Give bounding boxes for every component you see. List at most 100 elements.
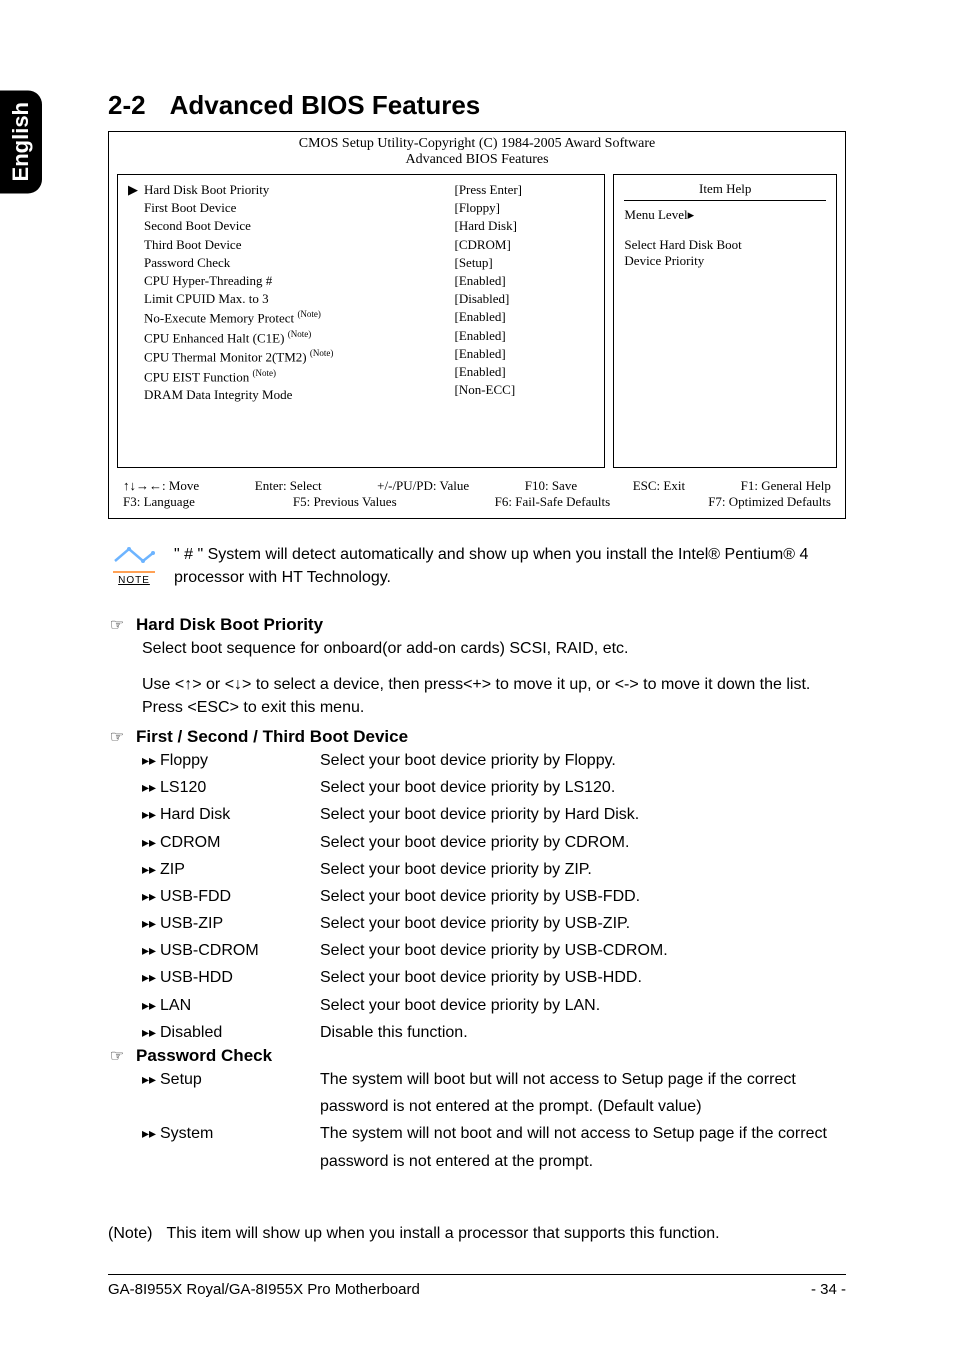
bios-item-label[interactable]: ▶Password Check — [128, 254, 444, 272]
hint-exit: ESC: Exit — [633, 478, 685, 494]
bullet-icon: ▸▸ — [142, 803, 160, 827]
bios-item-value[interactable]: [Enabled] — [454, 363, 594, 381]
bios-item-label[interactable]: ▶CPU Hyper-Threading # — [128, 272, 444, 290]
option-name: Floppy — [160, 747, 320, 774]
bios-item-label[interactable]: ▶CPU EIST Function (Note) — [128, 367, 444, 387]
bios-item-value[interactable]: [Non-ECC] — [454, 381, 594, 399]
option-desc: The system will not boot and will not ac… — [320, 1120, 846, 1174]
boot-option-row: ▸▸USB-FDDSelect your boot device priorit… — [142, 883, 846, 910]
hint-help: F1: General Help — [741, 478, 831, 494]
bios-item-value[interactable]: [Hard Disk] — [454, 217, 594, 235]
bullet-icon: ▸▸ — [142, 994, 160, 1018]
bullet-icon: ▸▸ — [142, 1021, 160, 1045]
option-name: Hard Disk — [160, 801, 320, 828]
help-desc-line2: Device Priority — [624, 253, 826, 269]
bullet-icon: ▸▸ — [142, 912, 160, 936]
section-pwd-title: Password Check — [136, 1046, 272, 1066]
page-footer: GA-8I955X Royal/GA-8I955X Pro Motherboar… — [108, 1274, 846, 1298]
bios-item-value[interactable]: [Floppy] — [454, 199, 594, 217]
option-desc: Select your boot device priority by LAN. — [320, 992, 846, 1019]
bios-item-label[interactable]: ▶Hard Disk Boot Priority — [128, 181, 444, 199]
bios-item-label[interactable]: ▶DRAM Data Integrity Mode — [128, 386, 444, 404]
bullet-icon: ▸▸ — [142, 831, 160, 855]
note-block: NOTE " # " System will detect automatica… — [108, 543, 846, 589]
boot-option-row: ▸▸USB-ZIPSelect your boot device priorit… — [142, 910, 846, 937]
bullet-icon: ▸▸ — [142, 1068, 160, 1092]
bios-main-panel: ▶Hard Disk Boot Priority▶First Boot Devi… — [117, 174, 605, 468]
option-name: ZIP — [160, 856, 320, 883]
bullet-icon: ▸▸ — [142, 885, 160, 909]
boot-option-row: ▸▸Hard DiskSelect your boot device prior… — [142, 801, 846, 828]
option-name: CDROM — [160, 829, 320, 856]
bios-header-line1: CMOS Setup Utility-Copyright (C) 1984-20… — [109, 136, 845, 152]
note-icon: NOTE — [108, 543, 160, 586]
pointer-icon: ☞ — [108, 615, 126, 635]
bios-item-value[interactable]: [Enabled] — [454, 327, 594, 345]
heading-number: 2-2 — [108, 90, 146, 120]
pwd-option-row: ▸▸SetupThe system will boot but will not… — [142, 1066, 846, 1120]
option-name: USB-FDD — [160, 883, 320, 910]
note-text: " # " System will detect automatically a… — [174, 543, 846, 589]
bios-item-value[interactable]: [CDROM] — [454, 236, 594, 254]
section-hd-p2: Use <↑> or <↓> to select a device, then … — [142, 673, 846, 719]
hint-failsafe: F6: Fail-Safe Defaults — [495, 494, 611, 510]
pointer-icon: ☞ — [108, 727, 126, 747]
option-desc: Select your boot device priority by ZIP. — [320, 856, 846, 883]
option-name: USB-HDD — [160, 964, 320, 991]
boot-option-row: ▸▸LANSelect your boot device priority by… — [142, 992, 846, 1019]
bios-item-label[interactable]: ▶CPU Enhanced Halt (C1E) (Note) — [128, 328, 444, 348]
bios-item-value[interactable]: [Enabled] — [454, 308, 594, 326]
section-hd-title: Hard Disk Boot Priority — [136, 615, 323, 635]
section-bootdev-title: First / Second / Third Boot Device — [136, 727, 408, 747]
boot-option-row: ▸▸LS120Select your boot device priority … — [142, 774, 846, 801]
bios-item-label[interactable]: ▶Third Boot Device — [128, 236, 444, 254]
hint-optimized: F7: Optimized Defaults — [708, 494, 831, 510]
footer-title: GA-8I955X Royal/GA-8I955X Pro Motherboar… — [108, 1281, 811, 1298]
pwd-option-row: ▸▸SystemThe system will not boot and wil… — [142, 1120, 846, 1174]
bullet-icon: ▸▸ — [142, 966, 160, 990]
bullet-icon: ▸▸ — [142, 749, 160, 773]
footnote-tag: (Note) — [108, 1225, 152, 1243]
bios-item-value[interactable]: [Setup] — [454, 254, 594, 272]
section-hd-p1: Select boot sequence for onboard(or add-… — [142, 637, 846, 660]
bios-window: CMOS Setup Utility-Copyright (C) 1984-20… — [108, 131, 846, 519]
bios-header-line2: Advanced BIOS Features — [109, 152, 845, 168]
boot-option-row: ▸▸USB-CDROMSelect your boot device prior… — [142, 937, 846, 964]
bios-item-label[interactable]: ▶First Boot Device — [128, 199, 444, 217]
bios-item-value[interactable]: [Enabled] — [454, 272, 594, 290]
option-name: LS120 — [160, 774, 320, 801]
note-label: NOTE — [108, 575, 160, 586]
bullet-icon: ▸▸ — [142, 1122, 160, 1146]
option-desc: Select your boot device priority by Flop… — [320, 747, 846, 774]
option-name: USB-ZIP — [160, 910, 320, 937]
boot-option-row: ▸▸FloppySelect your boot device priority… — [142, 747, 846, 774]
boot-option-row: ▸▸USB-HDDSelect your boot device priorit… — [142, 964, 846, 991]
option-desc: The system will boot but will not access… — [320, 1066, 846, 1120]
boot-option-row: ▸▸ZIPSelect your boot device priority by… — [142, 856, 846, 883]
language-tab: English — [0, 90, 42, 193]
bullet-icon: ▸▸ — [142, 939, 160, 963]
option-desc: Disable this function. — [320, 1019, 846, 1046]
bios-item-value[interactable]: [Enabled] — [454, 345, 594, 363]
bios-item-label[interactable]: ▶No-Execute Memory Protect (Note) — [128, 308, 444, 328]
option-name: Disabled — [160, 1019, 320, 1046]
hint-prev: F5: Previous Values — [293, 494, 397, 510]
option-name: System — [160, 1120, 320, 1147]
pointer-icon: ☞ — [108, 1046, 126, 1066]
hint-select: Enter: Select — [255, 478, 322, 494]
option-desc: Select your boot device priority by USB-… — [320, 910, 846, 937]
option-desc: Select your boot device priority by USB-… — [320, 883, 846, 910]
bios-item-value[interactable]: [Press Enter] — [454, 181, 594, 199]
help-title: Item Help — [624, 181, 826, 201]
bios-item-label[interactable]: ▶Second Boot Device — [128, 217, 444, 235]
bios-item-label[interactable]: ▶CPU Thermal Monitor 2(TM2) (Note) — [128, 347, 444, 367]
bios-item-label[interactable]: ▶Limit CPUID Max. to 3 — [128, 290, 444, 308]
bios-header: CMOS Setup Utility-Copyright (C) 1984-20… — [109, 132, 845, 174]
footer-page: - 34 - — [811, 1281, 846, 1298]
bios-item-value[interactable]: [Disabled] — [454, 290, 594, 308]
bios-help-panel: Item Help Menu Level▸ Select Hard Disk B… — [613, 174, 837, 468]
help-menu-level: Menu Level▸ — [624, 207, 826, 223]
hint-move: ↑↓→←: Move — [123, 478, 199, 494]
hint-language: F3: Language — [123, 494, 195, 510]
option-desc: Select your boot device priority by CDRO… — [320, 829, 846, 856]
